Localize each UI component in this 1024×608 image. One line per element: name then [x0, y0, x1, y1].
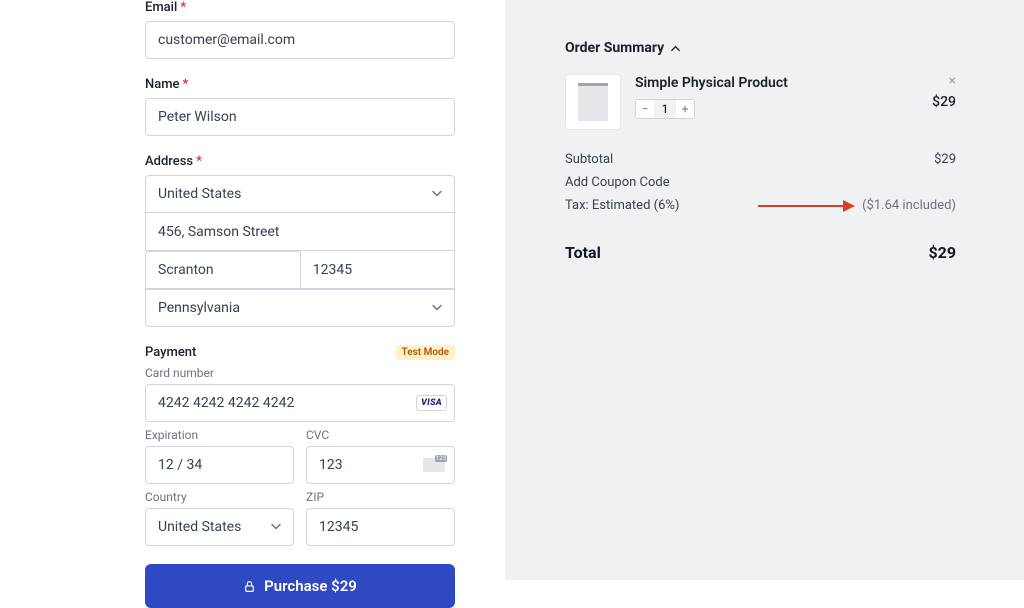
payment-country-label: Country — [145, 490, 294, 504]
lock-icon — [243, 580, 256, 593]
city-input[interactable] — [145, 251, 300, 289]
street-input[interactable] — [145, 213, 455, 251]
expiration-label: Expiration — [145, 428, 294, 442]
qty-increase-button[interactable]: + — [676, 100, 694, 118]
visa-icon: VISA — [416, 395, 447, 411]
card-number-input[interactable] — [145, 384, 455, 422]
order-summary-heading[interactable]: Order Summary — [565, 40, 956, 56]
tax-row: Tax: Estimated (6%) ($1.64 included) — [565, 194, 956, 217]
payment-zip-input[interactable] — [306, 508, 455, 546]
annotation-arrow-icon — [758, 205, 846, 207]
zip-input[interactable] — [300, 251, 455, 289]
remove-item-button[interactable]: × — [949, 74, 956, 88]
payment-country-select[interactable] — [145, 508, 294, 546]
email-label: Email* — [145, 0, 455, 15]
product-name: Simple Physical Product — [635, 74, 918, 93]
payment-zip-label: ZIP — [306, 490, 455, 504]
cvc-card-icon — [423, 458, 445, 472]
purchase-button[interactable]: Purchase $29 — [145, 564, 455, 608]
address-label: Address* — [145, 154, 455, 169]
test-mode-badge: Test Mode — [396, 345, 455, 360]
email-input[interactable] — [145, 21, 455, 59]
quantity-stepper: − 1 + — [635, 99, 695, 119]
state-select[interactable] — [145, 289, 455, 327]
qty-value: 1 — [654, 102, 676, 116]
payment-label: Payment — [145, 345, 196, 360]
name-label: Name* — [145, 77, 455, 92]
country-select[interactable] — [145, 175, 455, 213]
product-thumbnail — [565, 74, 621, 130]
cart-item: Simple Physical Product − 1 + $29 × — [565, 74, 956, 130]
card-number-label: Card number — [145, 366, 455, 380]
chevron-up-icon — [670, 43, 681, 54]
cvc-label: CVC — [306, 428, 455, 442]
name-input[interactable] — [145, 98, 455, 136]
add-coupon-link[interactable]: Add Coupon Code — [565, 171, 956, 194]
total-row: Total $29 — [565, 243, 956, 262]
expiration-input[interactable] — [145, 446, 294, 484]
item-price: $29 — [932, 94, 956, 110]
qty-decrease-button[interactable]: − — [636, 100, 654, 118]
subtotal-row: Subtotal $29 — [565, 148, 956, 171]
